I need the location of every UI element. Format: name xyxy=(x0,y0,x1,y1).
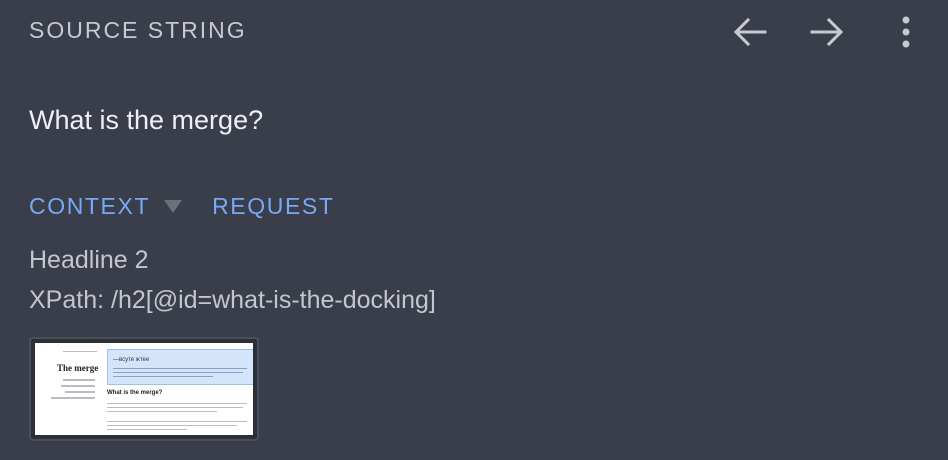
context-tabs: CONTEXT REQUEST xyxy=(29,191,334,221)
more-options-button[interactable] xyxy=(884,10,928,54)
thumbnail-sidebar-title: The merge xyxy=(57,363,99,373)
thumbnail-hero-box: —всуте жтее xyxy=(107,349,253,385)
thumbnail-page: The merge —всуте жтее What is the merge? xyxy=(35,343,253,435)
thumbnail-hero-title: —всуте жтее xyxy=(113,357,150,363)
thumbnail-section-heading: What is the merge? xyxy=(107,390,163,396)
arrow-left-icon xyxy=(733,17,767,47)
arrow-right-icon xyxy=(810,17,844,47)
more-vertical-icon xyxy=(902,16,910,48)
context-type: Headline 2 xyxy=(29,246,149,274)
panel-title: SOURCE STRING xyxy=(29,17,247,43)
source-string-text: What is the merge? xyxy=(29,105,264,135)
source-string-panel: SOURCE STRING What is the merge? CONTEXT… xyxy=(0,0,948,460)
tab-request[interactable]: REQUEST xyxy=(212,191,334,221)
previous-button[interactable] xyxy=(728,10,772,54)
caret-down-icon[interactable] xyxy=(164,199,183,213)
screenshot-thumbnail[interactable]: The merge —всуте жтее What is the merge? xyxy=(29,337,259,441)
tab-context[interactable]: CONTEXT xyxy=(29,191,183,221)
tab-context-label: CONTEXT xyxy=(29,193,151,219)
next-button[interactable] xyxy=(805,10,849,54)
context-xpath: XPath: /h2[@id=what-is-the-docking] xyxy=(29,286,436,314)
